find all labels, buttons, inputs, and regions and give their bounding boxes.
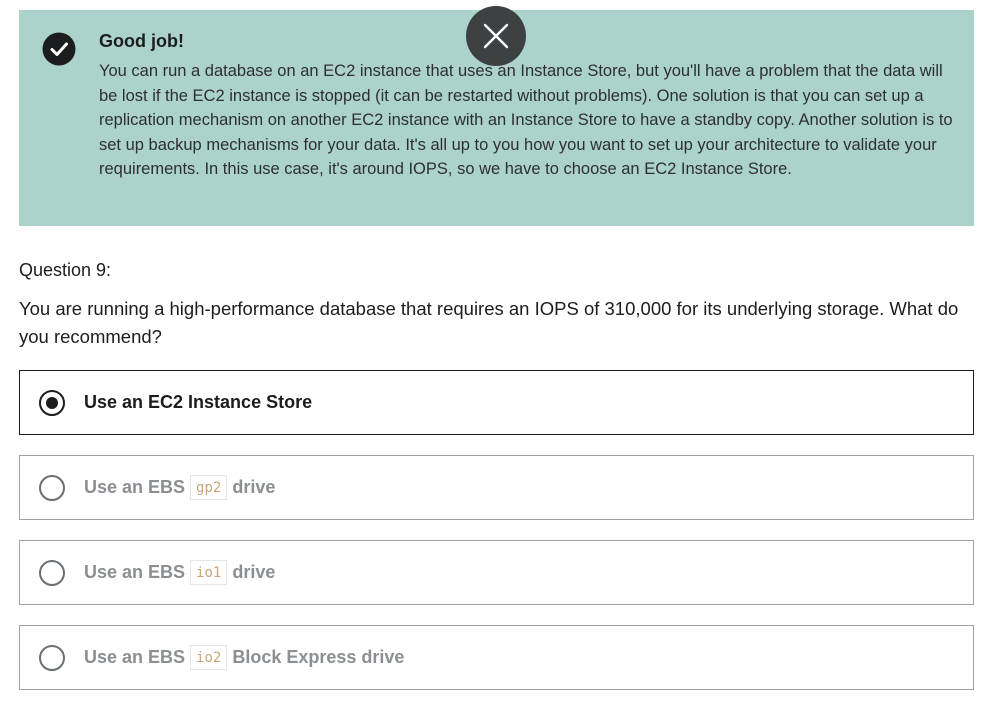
feedback-title: Good job! (99, 31, 184, 51)
feedback-explanation: You can run a database on an EC2 instanc… (99, 62, 953, 178)
quiz-page: Good job! You can run a database on an E… (0, 0, 1004, 718)
answer-option-4[interactable]: Use an EBS io2 Block Express drive (19, 625, 974, 690)
check-circle-icon (42, 32, 76, 66)
answer-text-suffix: drive (232, 477, 276, 497)
answer-option-3[interactable]: Use an EBS io1 drive (19, 540, 974, 605)
answer-option-label: Use an EBS io2 Block Express drive (84, 626, 404, 689)
answer-option-2[interactable]: Use an EBS gp2 drive (19, 455, 974, 520)
answer-option-1[interactable]: Use an EC2 Instance Store (19, 370, 974, 435)
radio-button[interactable] (39, 645, 65, 671)
answer-option-label: Use an EBS gp2 drive (84, 456, 275, 519)
answer-text: Use an EC2 Instance Store (84, 392, 313, 412)
answer-text: Use an EBS (84, 647, 186, 667)
radio-selected-dot (46, 397, 58, 409)
answer-text: Use an EBS (84, 477, 186, 497)
question-number: Question 9: (19, 260, 112, 280)
answer-option-label: Use an EC2 Instance Store (84, 371, 312, 434)
answer-option-label: Use an EBS io1 drive (84, 541, 275, 604)
answer-code: gp2 (190, 475, 228, 500)
answer-code: io1 (190, 560, 228, 585)
radio-button[interactable] (39, 390, 65, 416)
answer-code: io2 (190, 645, 228, 670)
question-prompt: You are running a high-performance datab… (19, 298, 959, 347)
close-button[interactable] (466, 6, 526, 66)
answer-text-suffix: Block Express drive (232, 647, 405, 667)
radio-button[interactable] (39, 560, 65, 586)
answer-text: Use an EBS (84, 562, 186, 582)
radio-button[interactable] (39, 475, 65, 501)
answer-text-suffix: drive (232, 562, 276, 582)
close-icon (483, 23, 509, 49)
